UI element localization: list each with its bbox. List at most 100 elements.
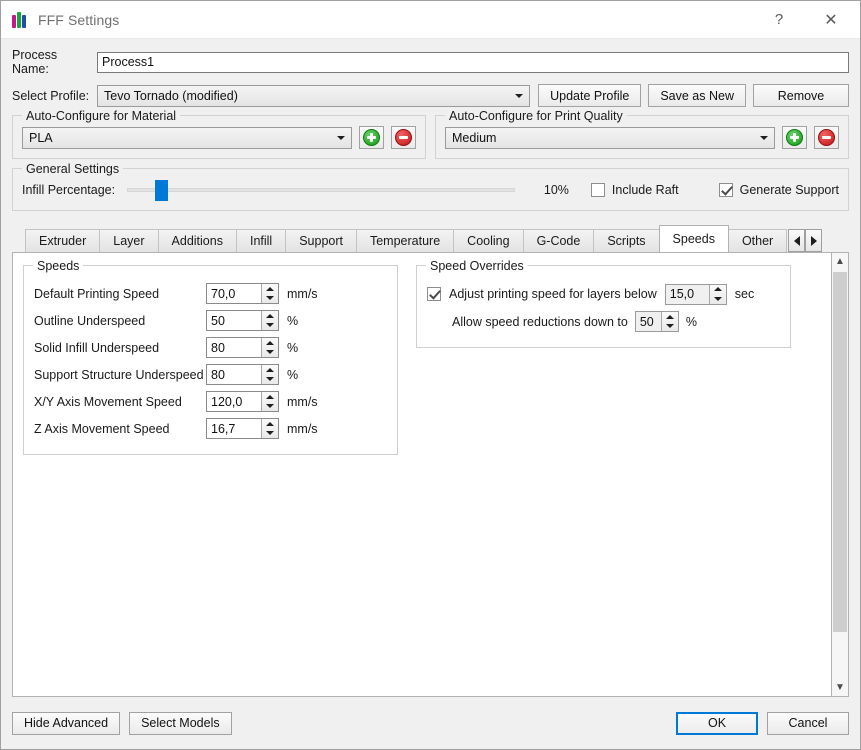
stepper-down-icon[interactable] — [262, 429, 278, 439]
stepper-up-icon[interactable] — [262, 338, 278, 348]
window-title: FFF Settings — [38, 11, 120, 28]
stepper-buttons[interactable] — [261, 284, 278, 303]
tab-temperature[interactable]: Temperature — [355, 229, 455, 252]
tab-cooling[interactable]: Cooling — [453, 229, 524, 252]
tab-scroll-left-icon[interactable] — [788, 229, 806, 252]
material-dropdown[interactable]: PLA — [22, 126, 352, 149]
z-axis-movement-speed-stepper[interactable]: 16,7 — [206, 418, 279, 439]
allow-speed-reductions-stepper[interactable]: 50 — [634, 311, 679, 332]
solid-infill-underspeed-value[interactable]: 80 — [207, 338, 261, 357]
tab-layer[interactable]: Layer — [99, 229, 159, 252]
plus-circle-icon — [363, 129, 380, 146]
tab-speeds[interactable]: Speeds — [658, 225, 729, 252]
scroll-up-icon[interactable]: ▲ — [832, 253, 848, 270]
xy-axis-movement-speed-stepper[interactable]: 120,0 — [206, 391, 279, 412]
stepper-buttons[interactable] — [261, 311, 278, 330]
outline-underspeed-value[interactable]: 50 — [207, 311, 261, 330]
stepper-buttons[interactable] — [261, 338, 278, 357]
add-material-button[interactable] — [359, 126, 384, 149]
z-axis-movement-speed-label: Z Axis Movement Speed — [34, 421, 170, 436]
stepper-up-icon[interactable] — [662, 312, 678, 322]
stepper-down-icon[interactable] — [262, 375, 278, 385]
process-name-label: Process Name: — [12, 48, 58, 76]
remove-profile-button[interactable]: Remove — [753, 84, 849, 107]
stepper-up-icon[interactable] — [262, 392, 278, 402]
auto-configure-material-title: Auto-Configure for Material — [22, 109, 181, 123]
z-axis-movement-speed-value[interactable]: 16,7 — [207, 419, 261, 438]
speeds-tab-panel: Speeds Default Printing Speed 70,0 mm/s … — [12, 252, 832, 697]
stepper-buttons[interactable] — [261, 419, 278, 438]
stepper-up-icon[interactable] — [262, 311, 278, 321]
remove-quality-button[interactable] — [814, 126, 839, 149]
tab-support[interactable]: Support — [285, 229, 357, 252]
xy-axis-movement-speed-label: X/Y Axis Movement Speed — [34, 394, 182, 409]
stepper-buttons[interactable] — [261, 392, 278, 411]
ok-button[interactable]: OK — [676, 711, 758, 735]
solid-infill-underspeed-stepper[interactable]: 80 — [206, 337, 279, 358]
stepper-up-icon[interactable] — [262, 419, 278, 429]
close-icon[interactable]: ✕ — [802, 1, 860, 39]
default-printing-speed-unit: mm/s — [287, 286, 318, 301]
stepper-down-icon[interactable] — [262, 321, 278, 331]
slider-handle[interactable] — [154, 179, 168, 201]
speeds-group-title: Speeds — [33, 259, 84, 273]
scroll-down-icon[interactable]: ▼ — [832, 679, 848, 696]
adjust-printing-speed-value[interactable]: 15,0 — [665, 284, 709, 304]
slider-track — [127, 188, 515, 192]
tab-additions[interactable]: Additions — [157, 229, 237, 252]
xy-axis-movement-speed-value[interactable]: 120,0 — [207, 392, 261, 411]
stepper-up-icon[interactable] — [262, 284, 278, 294]
scrollbar-thumb[interactable] — [833, 272, 847, 632]
outline-underspeed-label: Outline Underspeed — [34, 313, 146, 328]
tab-scroll-arrows — [788, 229, 823, 252]
adjust-printing-speed-checkbox[interactable] — [427, 287, 441, 301]
chevron-down-icon — [509, 93, 529, 98]
stepper-down-icon[interactable] — [710, 294, 726, 304]
update-profile-button[interactable]: Update Profile — [538, 84, 642, 107]
checkbox-icon — [590, 183, 605, 197]
add-quality-button[interactable] — [782, 126, 807, 149]
allow-speed-reductions-value[interactable]: 50 — [635, 312, 661, 331]
auto-configure-quality-title: Auto-Configure for Print Quality — [445, 109, 627, 123]
tab-infill[interactable]: Infill — [235, 229, 287, 252]
scrollbar-track[interactable] — [832, 270, 848, 679]
adjust-printing-speed-stepper[interactable]: 15,0 — [664, 283, 727, 305]
default-printing-speed-value[interactable]: 70,0 — [207, 284, 261, 303]
include-raft-label: Include Raft — [611, 183, 679, 197]
help-icon[interactable]: ? — [756, 1, 802, 39]
generate-support-checkbox[interactable]: Generate Support — [718, 183, 839, 197]
tab-panel-scrollbar[interactable]: ▲ ▼ — [832, 252, 849, 697]
xy-axis-movement-speed-row: X/Y Axis Movement Speed 120,0 mm/s — [34, 388, 387, 415]
stepper-buttons[interactable] — [708, 284, 726, 304]
stepper-down-icon[interactable] — [662, 322, 678, 332]
auto-configure-quality-group: Auto-Configure for Print Quality Medium — [435, 109, 849, 159]
support-structure-underspeed-value[interactable]: 80 — [207, 365, 261, 384]
tab-scripts[interactable]: Scripts — [593, 229, 660, 252]
outline-underspeed-stepper[interactable]: 50 — [206, 310, 279, 331]
stepper-buttons[interactable] — [660, 312, 678, 332]
tab-other[interactable]: Other — [727, 229, 788, 252]
stepper-up-icon[interactable] — [710, 285, 726, 295]
select-models-button[interactable]: Select Models — [129, 711, 232, 735]
support-structure-underspeed-stepper[interactable]: 80 — [206, 364, 279, 385]
default-printing-speed-stepper[interactable]: 70,0 — [206, 283, 279, 304]
select-profile-dropdown[interactable]: Tevo Tornado (modified) — [97, 84, 531, 107]
process-name-input[interactable]: Process1 — [97, 51, 849, 73]
stepper-down-icon[interactable] — [262, 294, 278, 304]
remove-material-button[interactable] — [391, 126, 416, 149]
cancel-button[interactable]: Cancel — [767, 711, 849, 735]
tab-gcode[interactable]: G-Code — [522, 229, 595, 252]
auto-configure-material-controls: PLA — [22, 126, 416, 149]
stepper-buttons[interactable] — [261, 365, 278, 384]
print-quality-dropdown[interactable]: Medium — [445, 126, 775, 149]
hide-advanced-button[interactable]: Hide Advanced — [12, 711, 121, 735]
tab-scroll-right-icon[interactable] — [805, 229, 823, 252]
stepper-down-icon[interactable] — [262, 348, 278, 358]
infill-percentage-slider[interactable] — [127, 179, 515, 201]
tab-extruder[interactable]: Extruder — [25, 229, 101, 252]
include-raft-checkbox[interactable]: Include Raft — [590, 183, 679, 197]
stepper-up-icon[interactable] — [262, 365, 278, 375]
stepper-down-icon[interactable] — [262, 402, 278, 412]
save-as-new-button[interactable]: Save as New — [648, 84, 746, 107]
checkbox-checked-icon — [718, 183, 733, 197]
